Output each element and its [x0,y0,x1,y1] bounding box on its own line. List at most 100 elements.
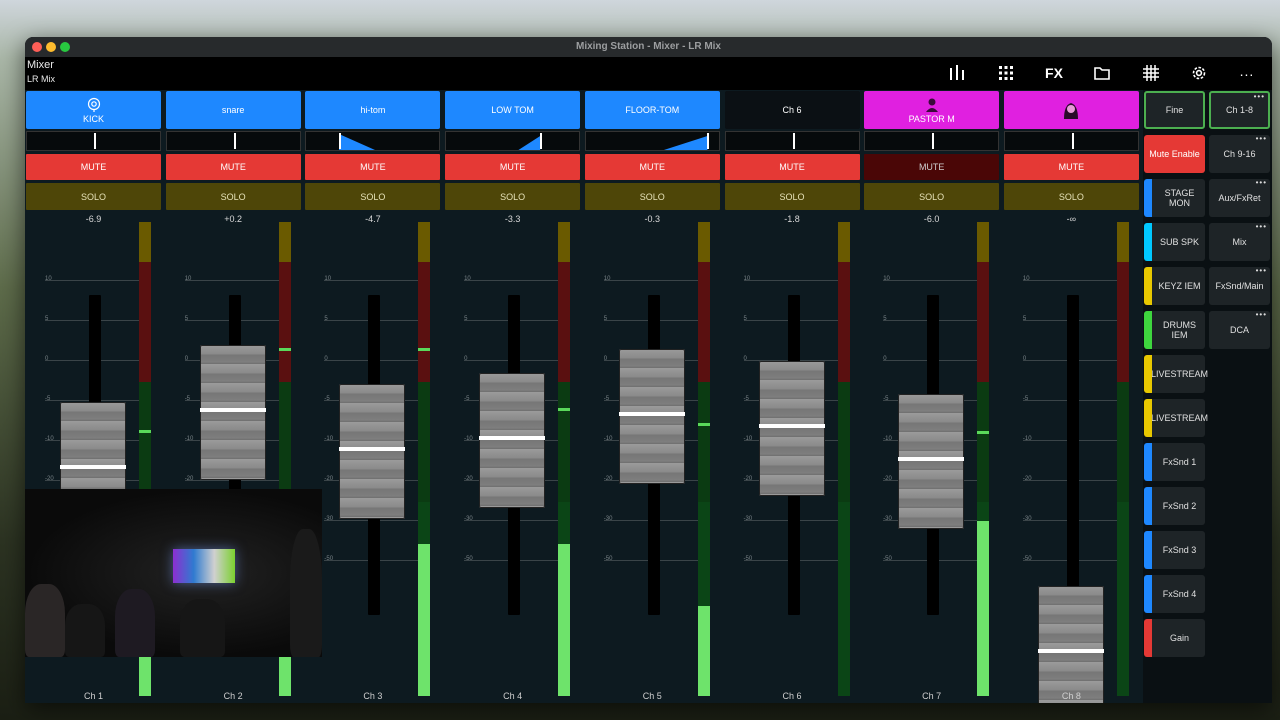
scale-label: -30 [464,516,473,522]
channel-name-button[interactable]: FLOOR-TOM [584,91,720,129]
mute-button[interactable]: MUTE [445,154,581,180]
grid-apps-icon[interactable] [995,63,1017,83]
mute-button[interactable]: MUTE [26,154,161,180]
solo-button[interactable]: SOLO [584,183,720,210]
send-button[interactable]: KEYZ IEM [1144,267,1205,305]
video-person [180,599,225,657]
send-button[interactable]: Gain [1144,619,1205,657]
send-label: DRUMS IEM [1163,320,1196,340]
send-color-bar [1144,487,1152,525]
channel-number-label: Ch 6 [782,691,802,701]
mute-enable-button[interactable]: Mute Enable [1144,135,1205,173]
fader-cap[interactable] [1037,586,1104,703]
send-label: LIVESTREAM [1151,369,1209,379]
window-title: Mixing Station - Mixer - LR Mix [575,41,721,52]
bank-button[interactable]: ••• Ch 9-16 [1209,135,1270,173]
meter-segment [977,262,990,382]
pan-control[interactable] [26,131,161,151]
solo-button[interactable]: SOLO [724,183,860,210]
channel-name-button[interactable]: snare [165,91,301,129]
channel-name-button[interactable] [1003,91,1139,129]
meter-segment [837,262,850,382]
bank-button[interactable]: ••• FxSnd/Main [1209,267,1270,305]
send-button[interactable]: STAGE MON [1144,179,1205,217]
channel-name-button[interactable]: PASTOR M [864,91,1000,129]
video-person [65,604,105,657]
fader-cap-line [1037,649,1104,653]
solo-button[interactable]: SOLO [864,183,1000,210]
send-color-bar [1144,311,1152,349]
meters-icon[interactable] [946,63,968,83]
fx-button[interactable]: FX [1043,63,1065,83]
solo-button[interactable]: SOLO [26,183,161,210]
solo-button[interactable]: SOLO [445,183,581,210]
fine-button[interactable]: Fine [1144,91,1205,129]
send-button[interactable]: FxSnd 3 [1144,531,1205,569]
pan-control[interactable] [864,131,1000,151]
channel-name-button[interactable]: LOW TOM [445,91,581,129]
channel-name-button[interactable]: hi-tom [305,91,441,129]
channel-strip: hi-tom MUTE SOLO -4.7 10 5 0 -5 -10 -20 -30 -50 Ch 3 [304,90,441,703]
more-menu-button[interactable]: ... [1236,61,1258,81]
fader-cap[interactable] [479,373,546,508]
settings-gear-icon[interactable] [1188,63,1210,83]
fader-cap[interactable] [898,394,965,529]
bank-button[interactable]: ••• DCA [1209,311,1270,349]
send-button[interactable]: SUB SPK [1144,223,1205,261]
scale-label: -5 [184,396,191,402]
scale-label: -20 [883,476,892,482]
meter-peak [977,431,990,434]
send-label: KEYZ IEM [1158,281,1201,291]
solo-button[interactable]: SOLO [165,183,301,210]
more-dots-icon: ••• [1255,310,1267,319]
send-color-bar [1144,267,1152,305]
fader-cap[interactable] [758,361,825,496]
fader-cap[interactable] [199,345,266,480]
send-button[interactable]: FxSnd 2 [1144,487,1205,525]
channel-name-button[interactable]: KICK [26,91,161,129]
scale-label: 0 [603,356,608,362]
send-button[interactable]: LIVESTREAM [1144,355,1209,393]
solo-button[interactable]: SOLO [305,183,441,210]
mute-button[interactable]: MUTE [724,154,860,180]
send-button[interactable]: FxSnd 4 [1144,575,1205,613]
meter-peak [139,430,151,433]
fader-cap[interactable] [339,384,406,519]
scale-tick [883,280,984,281]
meter-level [558,544,571,696]
scale-tick [184,280,285,281]
more-dots-icon: ••• [1255,222,1267,231]
send-button[interactable]: DRUMS IEM [1144,311,1205,349]
fader-cap-line [60,465,126,469]
send-button[interactable]: LIVESTREAM [1144,399,1208,437]
solo-button[interactable]: SOLO [1003,183,1139,210]
send-label: FxSnd 2 [1162,501,1197,511]
bank-button[interactable]: ••• Mix [1209,223,1270,261]
meter-segment [558,382,571,502]
pan-center-marker [233,133,236,149]
pan-control[interactable] [584,131,720,151]
mute-button[interactable]: MUTE [165,154,301,180]
folder-icon[interactable] [1091,63,1113,83]
pan-control[interactable] [724,131,860,151]
pan-control[interactable] [165,131,301,151]
mute-button[interactable]: MUTE [1003,154,1139,180]
mute-button[interactable]: MUTE [584,154,720,180]
pan-control[interactable] [1003,131,1139,151]
mute-button[interactable]: MUTE [305,154,441,180]
fader-cap[interactable] [618,349,685,484]
mute-button[interactable]: MUTE [864,154,1000,180]
channel-name-button[interactable]: Ch 6 [724,91,860,129]
pan-control[interactable] [445,131,581,151]
scale-tick [1022,280,1123,281]
meter-segment [278,382,291,502]
pan-control[interactable] [305,131,441,151]
fader-cap-line [339,447,406,451]
send-color-bar [1144,575,1152,613]
send-button[interactable]: FxSnd 1 [1144,443,1205,481]
channel-strip: LOW TOM MUTE SOLO -3.3 10 5 0 -5 -10 -20 -30 -50 Ch … [444,90,581,703]
bank-button[interactable]: ••• Ch 1-8 [1209,91,1270,129]
level-meter [837,222,850,696]
routing-grid-icon[interactable] [1140,63,1162,83]
bank-button[interactable]: ••• Aux/FxRet [1209,179,1270,217]
